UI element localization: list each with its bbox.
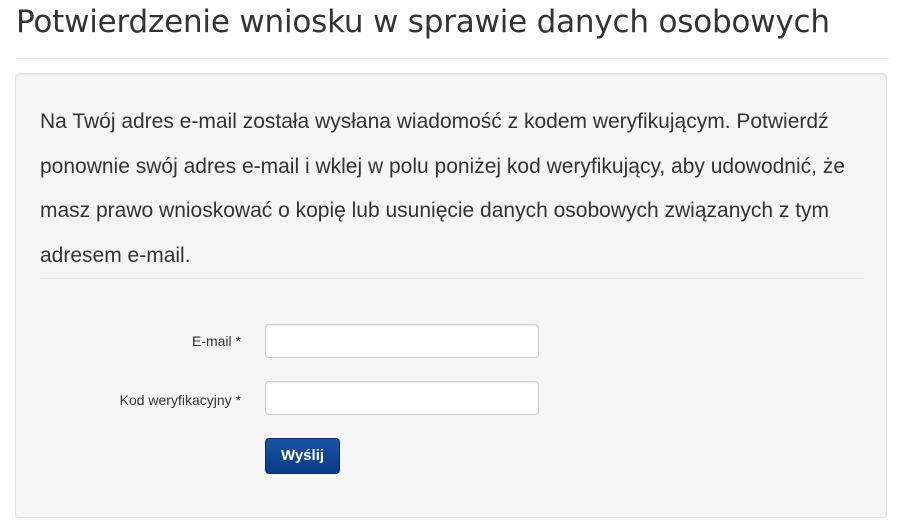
verification-code-field[interactable]	[265, 381, 539, 415]
email-label: E-mail *	[191, 333, 241, 349]
verification-panel: Na Twój adres e-mail została wysłana wia…	[15, 73, 887, 518]
title-divider	[16, 58, 889, 59]
email-field[interactable]	[265, 324, 539, 358]
submit-button[interactable]: Wyślij	[265, 438, 340, 474]
intro-divider	[40, 278, 864, 279]
page-title: Potwierdzenie wniosku w sprawie danych o…	[16, 4, 830, 40]
intro-text: Na Twój adres e-mail została wysłana wia…	[40, 110, 846, 267]
verification-code-label: Kod weryfikacyjny *	[119, 392, 241, 408]
